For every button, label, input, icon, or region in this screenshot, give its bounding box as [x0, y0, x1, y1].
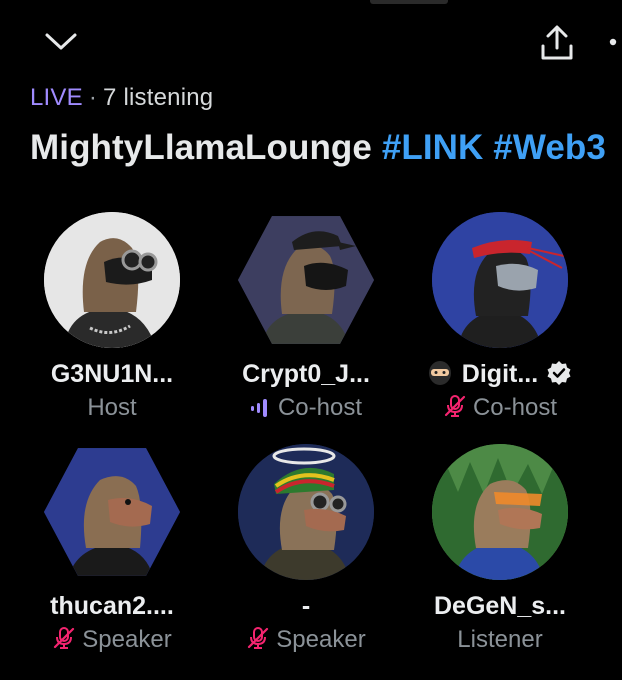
participant-card[interactable]: - Speaker: [206, 444, 406, 664]
role-label: Listener: [457, 626, 543, 653]
participant-name: G3NU1N...: [50, 360, 174, 388]
llama-avatar-image: [432, 212, 568, 348]
participant-name: thucan2....: [50, 592, 174, 620]
participants-grid: G3NU1N... Host Crypt0_J... Co-host Digit…: [0, 0, 622, 680]
avatar[interactable]: [238, 444, 374, 580]
role-label: Co-host: [472, 394, 558, 421]
avatar[interactable]: [432, 444, 568, 580]
avatar[interactable]: [44, 448, 180, 576]
participant-card[interactable]: DeGeN_s... Listener: [400, 444, 600, 664]
verified-badge-icon: [546, 360, 572, 393]
participant-name: -: [301, 592, 311, 620]
llama-avatar-image: [44, 448, 180, 576]
participant-role: Co-host: [400, 394, 600, 425]
avatar[interactable]: [432, 212, 568, 348]
avatar[interactable]: [238, 216, 374, 344]
participant-name: DeGeN_s...: [433, 592, 566, 620]
participant-name: Crypt0_J...: [242, 360, 370, 388]
participant-role: Listener: [400, 626, 600, 654]
speaking-bars-icon: [250, 397, 272, 425]
llama-avatar-image: [44, 212, 180, 348]
participant-role: Speaker: [12, 626, 212, 657]
participant-card[interactable]: G3NU1N... Host: [12, 212, 212, 432]
participant-name: Digit...: [400, 360, 600, 393]
avatar[interactable]: [44, 212, 180, 348]
participant-role: Co-host: [206, 394, 406, 425]
llama-avatar-image: [238, 216, 374, 344]
role-label: Speaker: [82, 626, 172, 653]
participant-role: Host: [12, 394, 212, 422]
mic-off-icon: [52, 626, 76, 657]
participant-card[interactable]: Digit... Co-host: [400, 212, 600, 432]
role-label: Co-host: [277, 394, 363, 421]
llama-avatar-image: [238, 444, 374, 580]
participant-role: Speaker: [206, 626, 406, 657]
mic-off-icon: [443, 394, 467, 425]
ninja-emoji-icon: [428, 360, 452, 393]
role-label: Speaker: [276, 626, 366, 653]
participant-name-text: Digit...: [461, 360, 539, 388]
spaces-panel: LIVE · 7 listening MightyLlamaLounge #LINK…: [0, 0, 622, 680]
role-label: Host: [87, 394, 137, 421]
participant-card[interactable]: thucan2.... Speaker: [12, 444, 212, 664]
mic-off-icon: [246, 626, 270, 657]
participant-card[interactable]: Crypt0_J... Co-host: [206, 212, 406, 432]
llama-avatar-image: [432, 444, 568, 580]
